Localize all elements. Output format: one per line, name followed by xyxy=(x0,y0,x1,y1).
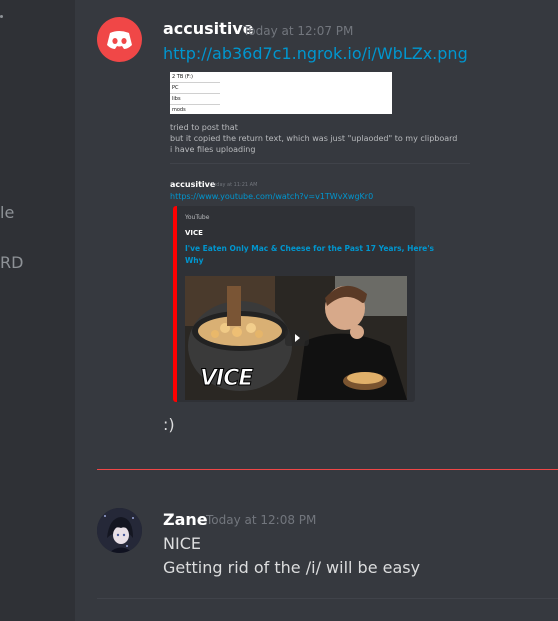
message-divider xyxy=(97,598,558,599)
video-thumbnail[interactable]: VICE xyxy=(185,276,407,400)
screenshot-line: mods xyxy=(172,107,186,113)
message-followup: :) xyxy=(163,415,175,434)
sidebar-item-partial-2[interactable]: RD xyxy=(0,253,23,272)
play-icon[interactable] xyxy=(285,330,309,346)
avatar[interactable] xyxy=(97,508,142,553)
new-messages-divider xyxy=(97,469,558,470)
screenshot-line: PC xyxy=(170,83,220,94)
embed-provider: YouTube xyxy=(185,214,210,221)
screenshot-text-line: i have files uploading xyxy=(170,145,256,154)
quoted-timestamp: Today at 11:21 AM xyxy=(211,182,258,188)
screenshot-text-line: tried to post that xyxy=(170,123,238,132)
channel-sidebar: le RD xyxy=(0,0,75,621)
uploaded-image-link[interactable]: http://ab36d7c1.ngrok.io/i/WbLZx.png xyxy=(163,44,468,63)
screenshot-text-line: but it copied the return text, which was… xyxy=(170,134,458,143)
message-author[interactable]: Zane xyxy=(163,510,208,529)
vice-watermark: VICE xyxy=(199,366,253,392)
message-line: Getting rid of the /i/ will be easy xyxy=(163,558,421,577)
embed-title-line2: Why xyxy=(185,256,204,265)
quoted-youtube-link: https://www.youtube.com/watch?v=v1TWvXwg… xyxy=(170,192,374,201)
embed-title-line1: I've Eaten Only Mac & Cheese for the Pas… xyxy=(185,244,435,253)
message-author[interactable]: accusitive xyxy=(163,19,254,38)
message-timestamp: Today at 12:07 PM xyxy=(243,24,354,38)
screenshot-divider xyxy=(170,163,470,164)
message-timestamp: Today at 12:08 PM xyxy=(206,513,317,527)
screenshot-line: libs xyxy=(170,94,220,105)
pasted-screenshot[interactable]: 2 TB (F:) PC libs mods xyxy=(170,72,392,114)
screenshot-line: 2 TB (F:) xyxy=(170,72,220,83)
discord-logo-icon[interactable] xyxy=(97,17,142,62)
sidebar-bullet xyxy=(0,15,3,18)
quoted-author: accusitive xyxy=(170,180,216,189)
message-line: NICE xyxy=(163,534,201,553)
embed-author: VICE xyxy=(185,229,203,237)
youtube-embed[interactable]: YouTube VICE I've Eaten Only Mac & Chees… xyxy=(173,206,434,402)
sidebar-item-partial-1[interactable]: le xyxy=(0,203,14,222)
